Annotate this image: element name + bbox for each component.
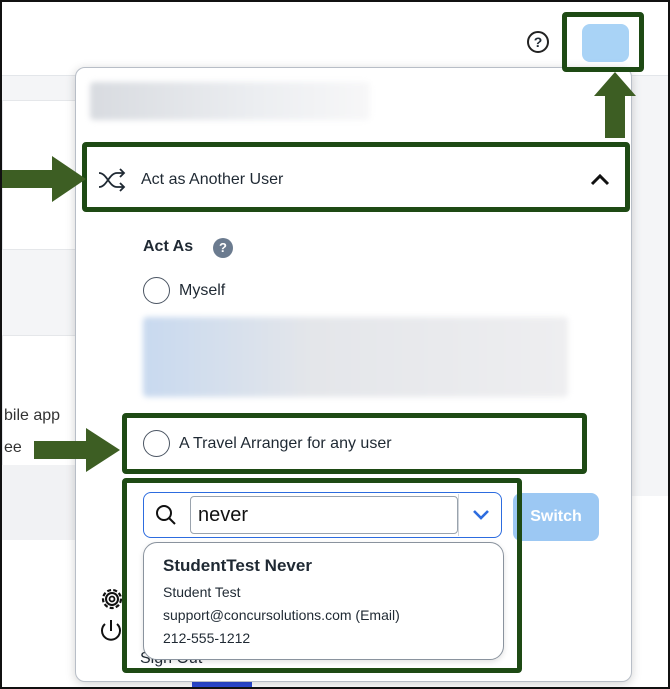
annotation-box-act-as xyxy=(82,142,630,212)
power-icon[interactable] xyxy=(98,618,124,644)
redacted-delegate-list xyxy=(143,317,568,397)
act-as-title: Act As xyxy=(143,238,194,255)
redacted-user-name xyxy=(90,82,370,120)
background-text: bile app xyxy=(4,407,61,424)
switch-button[interactable]: Switch xyxy=(513,493,599,541)
arrow-up-icon xyxy=(594,72,636,138)
annotation-box-search xyxy=(122,478,522,673)
question-icon[interactable]: ? xyxy=(213,238,233,258)
radio-myself-label: Myself xyxy=(179,282,226,299)
arrow-right-icon xyxy=(34,428,120,472)
arrow-right-icon xyxy=(2,156,86,202)
annotation-box-avatar xyxy=(562,12,644,72)
annotation-box-travel-arranger xyxy=(122,413,587,474)
radio-myself[interactable] xyxy=(143,277,170,304)
background-text: ee xyxy=(4,439,22,456)
help-circle-icon[interactable]: ? xyxy=(527,31,549,53)
